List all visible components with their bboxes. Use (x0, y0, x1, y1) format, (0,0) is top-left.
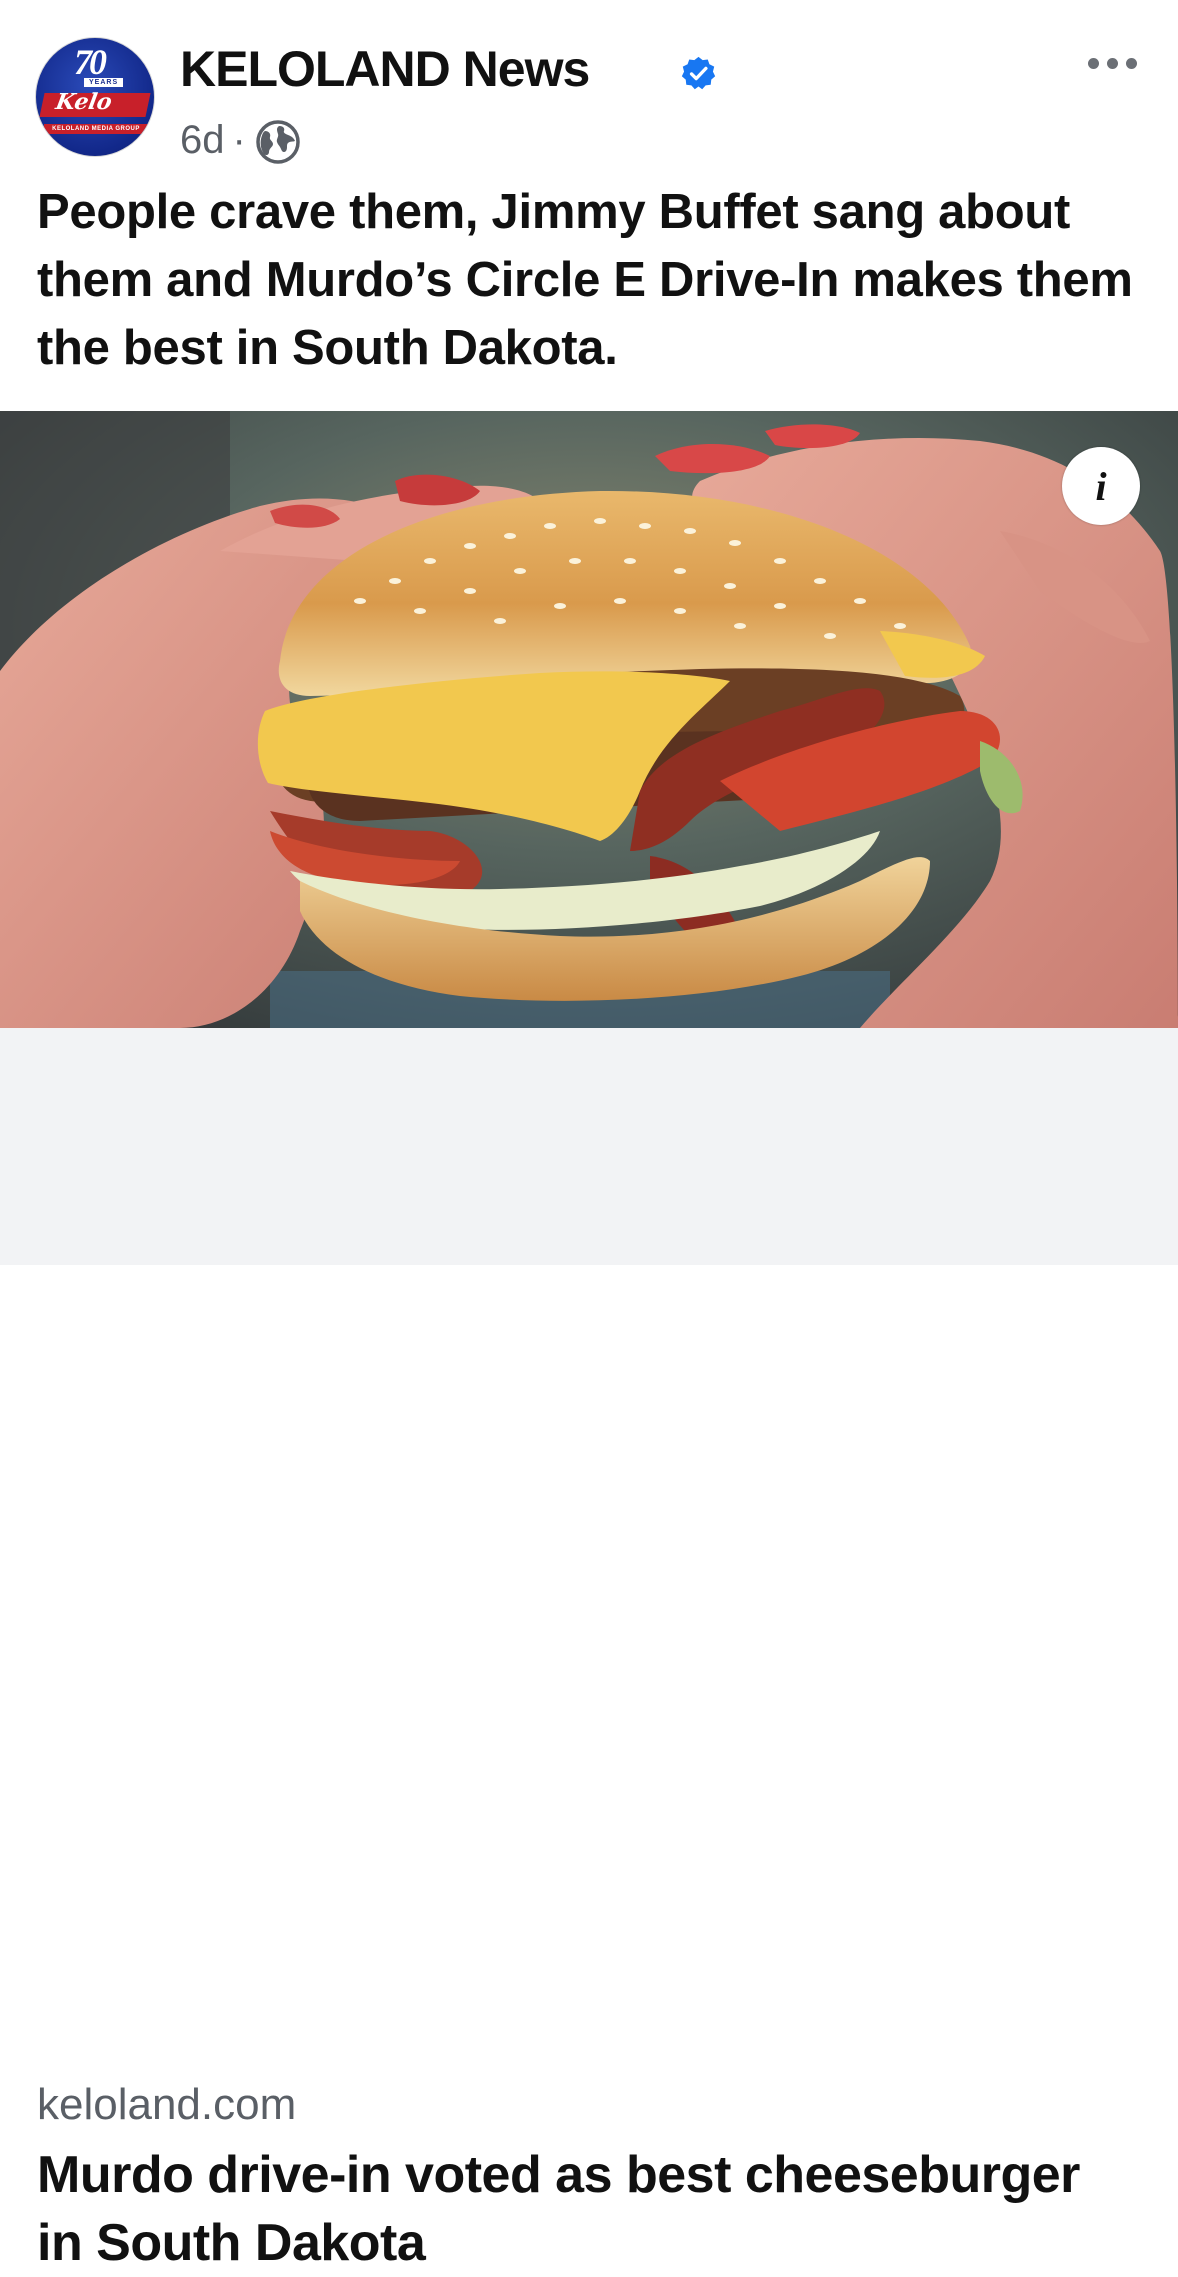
link-title[interactable]: Murdo drive-in voted as best cheeseburge… (37, 2141, 1137, 2277)
more-options-icon[interactable] (1088, 58, 1137, 69)
post-header: 70 YEARS Kelo KELOLAND MEDIA GROUP KELOL… (0, 0, 1178, 170)
post-caption: People crave them, Jimmy Buffet sang abo… (37, 185, 1133, 375)
more-dot (1088, 58, 1099, 69)
avatar-anniversary-number: 70 (74, 42, 107, 82)
more-dot (1107, 58, 1118, 69)
verified-badge-icon (681, 56, 716, 90)
link-preview[interactable]: keloland.com Murdo drive-in voted as bes… (0, 1028, 1178, 2272)
page-avatar[interactable]: 70 YEARS Kelo KELOLAND MEDIA GROUP (35, 37, 155, 157)
meta-separator: · (232, 117, 246, 162)
link-domain: keloland.com (37, 2080, 297, 2129)
cheeseburger-photo (0, 411, 1178, 1028)
page-name-link[interactable]: KELOLAND News (180, 40, 590, 98)
globe-icon[interactable] (254, 118, 302, 166)
more-dot (1126, 58, 1137, 69)
info-icon[interactable]: i (1062, 447, 1140, 525)
avatar-years-label: YEARS (84, 78, 124, 87)
post-timestamp[interactable]: 6d (180, 118, 225, 163)
avatar-group-label: KELOLAND MEDIA GROUP (44, 124, 148, 134)
post-image-cheeseburger[interactable] (0, 411, 1178, 1028)
avatar-brand-wordmark: Kelo (53, 89, 114, 115)
post-meta: 6d · (180, 114, 302, 166)
